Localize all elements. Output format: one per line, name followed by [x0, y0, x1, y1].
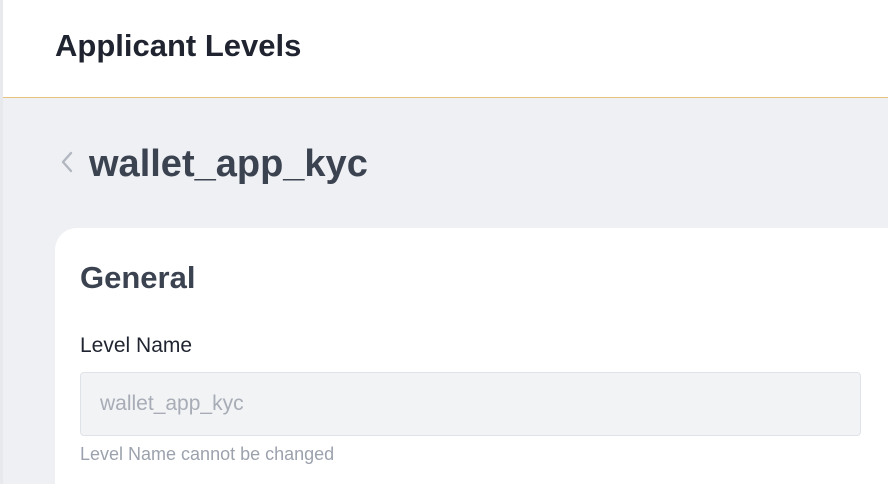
back-button[interactable] [55, 150, 79, 174]
level-name-input[interactable] [80, 372, 861, 436]
app-section-title: Applicant Levels [55, 28, 302, 63]
main-content: wallet_app_kyc General Level Name Level … [3, 98, 888, 484]
general-settings-card: General Level Name Level Name cannot be … [55, 228, 888, 484]
section-title: General [80, 260, 196, 295]
top-header: Applicant Levels [3, 0, 888, 98]
level-name-help-text: Level Name cannot be changed [80, 444, 335, 464]
level-name-label: Level Name [80, 334, 193, 357]
chevron-left-icon [61, 151, 73, 173]
page-title: wallet_app_kyc [89, 143, 368, 185]
